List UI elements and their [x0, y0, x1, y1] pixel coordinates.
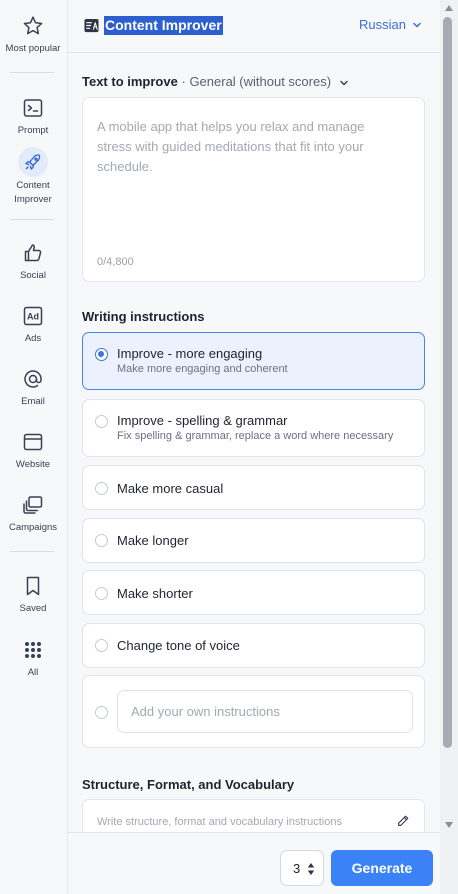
text-to-improve-input[interactable]: A mobile app that helps you relax and ma…: [82, 97, 425, 282]
mode-dropdown[interactable]: General (without scores): [189, 74, 331, 89]
option-make-shorter[interactable]: Make shorter: [82, 570, 425, 615]
option-make-casual[interactable]: Make more casual: [82, 465, 425, 510]
sidebar-item-label: Website: [15, 459, 51, 470]
sidebar-item-website[interactable]: Website: [0, 430, 66, 472]
scroll-down-arrow-icon[interactable]: [445, 822, 453, 828]
at-sign-icon: [24, 370, 42, 388]
output-count-stepper[interactable]: 3: [280, 850, 324, 886]
sidebar-divider: [10, 219, 54, 220]
option-title: Improve - more engaging: [117, 346, 263, 361]
sidebar-item-label: Content: [16, 180, 50, 191]
option-improve-engaging[interactable]: Improve - more engaging Make more engagi…: [82, 332, 425, 390]
sidebar-divider: [10, 551, 54, 552]
option-make-longer[interactable]: Make longer: [82, 518, 425, 563]
sidebar-item-campaigns[interactable]: Campaigns: [0, 493, 66, 535]
sidebar-item-most-popular[interactable]: Most popular: [0, 14, 66, 56]
character-counter: 0/4,800: [97, 256, 134, 268]
sidebar-item-prompt[interactable]: Prompt: [0, 96, 66, 138]
content-improver-icon: [84, 18, 99, 33]
prompt-icon: [23, 99, 43, 117]
writing-instructions-heading: Writing instructions: [82, 309, 205, 324]
own-instructions-input[interactable]: [118, 691, 412, 732]
sidebar-item-all[interactable]: All: [0, 638, 66, 680]
sidebar-item-label: Improver: [14, 194, 52, 205]
option-title: Make shorter: [117, 586, 193, 601]
active-indicator: [18, 147, 48, 177]
sidebar-divider: [10, 72, 54, 73]
option-subtitle: Make more engaging and coherent: [117, 363, 288, 375]
radio-button[interactable]: [95, 706, 108, 719]
grid-dots-icon: [25, 642, 41, 658]
radio-button[interactable]: [95, 415, 108, 428]
sidebar-item-label: Ads: [24, 333, 42, 344]
generate-footer: 3 Generate: [68, 832, 440, 894]
ad-icon: Ad: [23, 306, 43, 326]
bookmark-icon: [26, 576, 40, 596]
radio-selected[interactable]: [95, 348, 108, 361]
language-select[interactable]: Russian: [359, 17, 422, 32]
radio-button[interactable]: [95, 482, 108, 495]
sidebar-item-label: Campaigns: [8, 522, 58, 533]
sidebar-item-ads[interactable]: Ad Ads: [0, 304, 66, 346]
option-title: Make longer: [117, 533, 189, 548]
sidebar-item-label: Most popular: [5, 43, 61, 54]
sidebar-item-label: Email: [21, 396, 45, 407]
sidebar-rail: Most popular Prompt Content Improver Soc…: [0, 0, 68, 894]
chevron-down-icon[interactable]: [339, 78, 349, 88]
structure-placeholder: Write structure, format and vocabulary i…: [97, 816, 342, 828]
sidebar-item-label: All: [27, 667, 39, 678]
language-value: Russian: [359, 17, 406, 32]
sidebar-item-social[interactable]: Social: [0, 241, 66, 283]
scrollbar-thumb[interactable]: [443, 17, 452, 748]
scrollbar[interactable]: [440, 0, 458, 894]
text-to-improve-heading: Text to improve · General (without score…: [82, 74, 349, 89]
star-icon: [23, 16, 43, 35]
radio-button[interactable]: [95, 587, 108, 600]
structure-heading: Structure, Format, and Vocabulary: [82, 777, 295, 792]
content-improver-panel: Content Improver Russian Text to improve…: [68, 0, 440, 894]
panel-header: Content Improver Russian: [68, 0, 440, 53]
thumbs-up-icon: [24, 244, 42, 262]
option-title: Improve - spelling & grammar: [117, 413, 288, 428]
browser-window-icon: [23, 433, 43, 451]
option-title: Make more casual: [117, 481, 224, 496]
generate-button[interactable]: Generate: [331, 850, 433, 886]
layers-icon: [23, 496, 43, 514]
option-subtitle: Fix spelling & grammar, replace a word w…: [117, 430, 394, 442]
option-change-tone[interactable]: Change tone of voice: [82, 623, 425, 668]
up-down-arrows-icon[interactable]: [307, 862, 315, 876]
pencil-icon[interactable]: [396, 814, 410, 828]
scroll-up-arrow-icon[interactable]: [445, 5, 453, 11]
own-instructions-field[interactable]: [117, 690, 413, 733]
sidebar-item-saved[interactable]: Saved: [0, 574, 66, 616]
sidebar-item-label: Social: [20, 270, 46, 281]
mode-separator: ·: [181, 74, 186, 89]
sidebar-item-label: Prompt: [17, 125, 49, 136]
option-custom-instructions[interactable]: [82, 675, 425, 748]
output-count-value: 3: [293, 861, 301, 876]
text-placeholder: A mobile app that helps you relax and ma…: [97, 119, 365, 174]
chevron-down-icon: [413, 22, 421, 27]
option-improve-spelling[interactable]: Improve - spelling & grammar Fix spellin…: [82, 399, 425, 457]
svg-text:Ad: Ad: [27, 312, 39, 322]
sidebar-item-label: Saved: [19, 603, 47, 614]
sidebar-item-email[interactable]: Email: [0, 367, 66, 409]
radio-button[interactable]: [95, 534, 108, 547]
page-title: Content Improver: [104, 16, 223, 35]
rocket-icon: [25, 154, 41, 170]
option-title: Change tone of voice: [117, 638, 240, 653]
sidebar-item-content-improver[interactable]: Content Improver: [0, 147, 66, 207]
radio-button[interactable]: [95, 639, 108, 652]
text-to-improve-label: Text to improve: [82, 74, 178, 89]
